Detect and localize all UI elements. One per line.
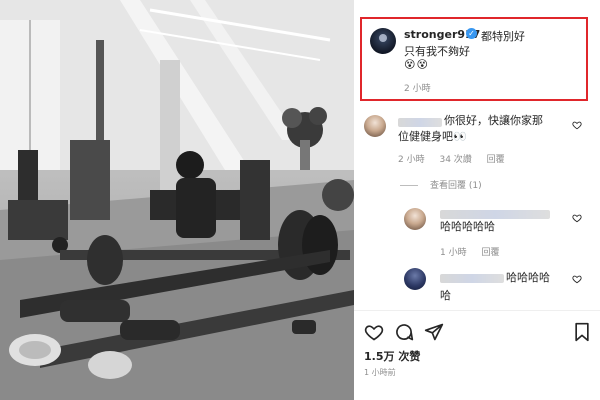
- gym-photo-illustration: [0, 0, 354, 400]
- caption-highlight: stronger917 ✓ 都特別好 只有我不夠好 😵😵 2 小時: [360, 17, 588, 101]
- reply-avatar[interactable]: [404, 268, 426, 290]
- likes-count[interactable]: 1.5万 次赞: [364, 348, 420, 364]
- caption-line-1: 都特別好: [481, 30, 525, 43]
- commenter-username-blurred[interactable]: [398, 118, 442, 127]
- heart-icon[interactable]: [572, 120, 582, 130]
- reply-text-line-1: 哈哈哈哈: [506, 271, 550, 284]
- comment-time[interactable]: 2 小時: [398, 155, 425, 165]
- reply-username-blurred[interactable]: [440, 210, 550, 219]
- view-replies-link[interactable]: 查看回覆 (1): [400, 178, 482, 191]
- comment-meta: 2 小時 34 次讚 回覆: [398, 152, 517, 165]
- reply-text-line-2: 哈: [440, 289, 451, 302]
- heart-icon[interactable]: [364, 322, 384, 342]
- heart-icon[interactable]: [572, 213, 582, 223]
- reply-time[interactable]: 1 小時: [440, 248, 467, 258]
- verified-badge-icon: ✓: [466, 28, 477, 39]
- caption-emoji: 😵😵: [404, 58, 429, 71]
- comment-text-line-2: 位健健身吧👀: [398, 130, 467, 143]
- reply-meta: 1 小時 回覆: [440, 245, 511, 258]
- comment-likes[interactable]: 34 次讚: [439, 155, 471, 165]
- author-avatar[interactable]: [370, 28, 396, 54]
- share-icon[interactable]: [424, 322, 444, 342]
- reply-avatar[interactable]: [404, 208, 426, 230]
- comments-panel: stronger917 ✓ 都特別好 只有我不夠好 😵😵 2 小時 你很好，快讓…: [354, 0, 600, 400]
- reply-button[interactable]: 回覆: [487, 155, 505, 165]
- reply-username-blurred[interactable]: [440, 274, 504, 283]
- caption-time[interactable]: 2 小時: [404, 81, 431, 94]
- view-replies-label[interactable]: 查看回覆 (1): [430, 181, 482, 191]
- actions-divider: [354, 310, 600, 311]
- reply-button[interactable]: 回覆: [481, 248, 499, 258]
- post-photo[interactable]: [0, 0, 354, 400]
- commenter-avatar[interactable]: [364, 115, 386, 137]
- comment-text-line-1: 你很好，快讓你家那: [444, 114, 543, 127]
- caption-line-2: 只有我不夠好: [404, 45, 470, 58]
- comment-icon[interactable]: [394, 322, 414, 342]
- replies-dash: [400, 185, 418, 186]
- heart-icon[interactable]: [572, 274, 582, 284]
- posted-time[interactable]: 1 小時前: [364, 367, 396, 378]
- reply-text: 哈哈哈哈哈: [440, 220, 495, 233]
- bookmark-icon[interactable]: [572, 322, 592, 342]
